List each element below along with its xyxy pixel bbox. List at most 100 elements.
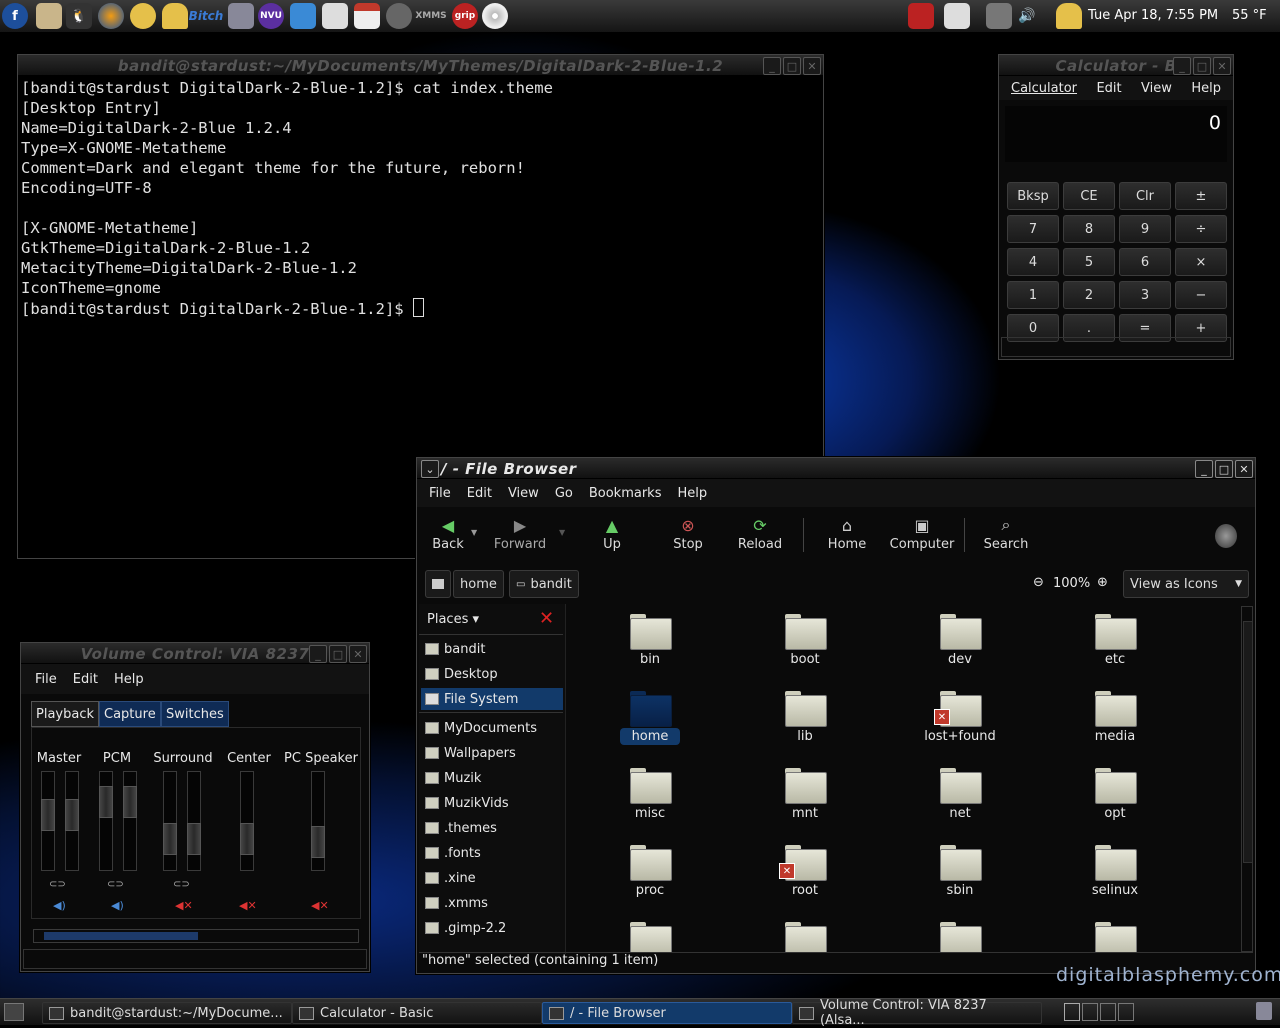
file-item[interactable]: etc xyxy=(1055,614,1175,667)
file-item[interactable]: ✕ lost+found xyxy=(900,691,1020,744)
up-button[interactable]: ▲ Up xyxy=(581,516,643,553)
home-button[interactable]: ⌂ Home xyxy=(816,516,878,553)
sign-button[interactable]: ± xyxy=(1175,182,1227,210)
menu-edit[interactable]: Edit xyxy=(1088,79,1129,98)
zoom-out-icon[interactable]: ⊖ xyxy=(1033,575,1044,590)
file-item[interactable] xyxy=(745,922,865,952)
file-item[interactable]: lib xyxy=(745,691,865,744)
network-icon[interactable] xyxy=(986,3,1012,29)
digit-3-button[interactable]: 3 xyxy=(1119,281,1171,309)
workspace-switcher[interactable] xyxy=(1064,1003,1134,1021)
slider-knob[interactable] xyxy=(187,823,201,855)
search-button[interactable]: ⌕ Search xyxy=(975,515,1037,552)
file-item[interactable]: mnt xyxy=(745,768,865,821)
slider-knob[interactable] xyxy=(163,823,177,855)
speaker-icon[interactable]: 🔊 xyxy=(1014,3,1040,29)
menu-file[interactable]: File xyxy=(27,670,65,689)
breadcrumb-bandit[interactable]: ▭ bandit xyxy=(509,570,579,598)
workspace-4[interactable] xyxy=(1118,1003,1134,1021)
location-toggle-button[interactable] xyxy=(425,570,451,598)
file-item[interactable]: ✕ root xyxy=(745,845,865,898)
digit-2-button[interactable]: 2 xyxy=(1063,281,1115,309)
volume-titlebar[interactable]: Volume Control: VIA 8237 _ □ ✕ xyxy=(21,643,369,664)
place-item[interactable]: bandit xyxy=(421,638,563,660)
menu-edit[interactable]: Edit xyxy=(459,484,500,503)
file-item[interactable]: boot xyxy=(745,614,865,667)
menu-calculator[interactable]: Calculator xyxy=(1003,79,1085,98)
workspace-3[interactable] xyxy=(1100,1003,1116,1021)
window-menu-icon[interactable]: ⌄ xyxy=(421,460,439,478)
breadcrumb-home[interactable]: home xyxy=(453,570,504,598)
minimize-icon[interactable]: _ xyxy=(1195,460,1213,478)
firefox-icon[interactable] xyxy=(98,3,124,29)
place-item[interactable]: Muzik xyxy=(421,767,563,789)
vertical-scrollbar[interactable] xyxy=(1241,606,1253,952)
center-slider[interactable] xyxy=(240,771,254,871)
slider-knob[interactable] xyxy=(99,786,113,818)
terminal-titlebar[interactable]: bandit@stardust:~/MyDocuments/MyThemes/D… xyxy=(18,55,823,76)
terminal-output[interactable]: [bandit@stardust DigitalDark-2-Blue-1.2]… xyxy=(18,76,823,321)
spreadsheet-icon[interactable] xyxy=(354,3,380,29)
digit-5-button[interactable]: 5 xyxy=(1063,248,1115,276)
file-item[interactable] xyxy=(590,922,710,952)
slider-knob[interactable] xyxy=(65,799,79,831)
taskbar-item-volume-control[interactable]: Volume Control: VIA 8237 (Alsa... xyxy=(792,998,1042,1028)
lock-icon[interactable] xyxy=(944,3,970,29)
close-icon[interactable]: ✕ xyxy=(1213,57,1231,75)
place-item[interactable]: .themes xyxy=(421,817,563,839)
tab-switches[interactable]: Switches xyxy=(161,701,229,727)
master-right-slider[interactable] xyxy=(65,771,79,871)
place-item[interactable]: MuzikVids xyxy=(421,792,563,814)
taskbar-item-calculator[interactable]: Calculator - Basic xyxy=(292,1002,542,1024)
file-icon-view[interactable]: bin boot dev etc home lib ✕ lost+found me… xyxy=(573,604,1239,952)
horizontal-scrollbar[interactable] xyxy=(33,929,359,943)
file-browser-titlebar[interactable]: ⌄ / - File Browser _ □ ✕ xyxy=(417,458,1255,479)
file-item[interactable]: selinux xyxy=(1055,845,1175,898)
clock[interactable]: Tue Apr 18, 7:55 PM xyxy=(1088,8,1218,23)
terminal-prompt-line[interactable]: [bandit@stardust DigitalDark-2-Blue-1.2]… xyxy=(21,298,820,319)
places-dropdown[interactable]: Places ▾ xyxy=(427,612,479,627)
xmms-icon[interactable]: XMMS xyxy=(415,3,446,29)
menu-edit[interactable]: Edit xyxy=(65,670,106,689)
back-button[interactable]: ◀ Back xyxy=(417,516,479,553)
minimize-icon[interactable]: _ xyxy=(1173,57,1191,75)
tab-capture[interactable]: Capture xyxy=(99,701,161,727)
calculator-titlebar[interactable]: Calculator - B _ □ ✕ xyxy=(999,55,1233,76)
file-item[interactable]: net xyxy=(900,768,1020,821)
pcm-left-slider[interactable] xyxy=(99,771,113,871)
back-history-icon[interactable]: ▼ xyxy=(471,528,477,537)
digit-1-button[interactable]: 1 xyxy=(1007,281,1059,309)
place-item[interactable]: .fonts xyxy=(421,842,563,864)
subtract-button[interactable]: − xyxy=(1175,281,1227,309)
file-item[interactable]: proc xyxy=(590,845,710,898)
logout-icon[interactable] xyxy=(908,3,934,29)
filecabinet-icon[interactable] xyxy=(36,3,62,29)
maximize-icon[interactable]: □ xyxy=(783,57,801,75)
menu-help[interactable]: Help xyxy=(669,484,715,503)
show-desktop-icon[interactable] xyxy=(4,1003,24,1021)
gaim-icon[interactable] xyxy=(130,3,156,29)
maximize-icon[interactable]: □ xyxy=(1215,460,1233,478)
digit-4-button[interactable]: 4 xyxy=(1007,248,1059,276)
image-icon[interactable] xyxy=(290,3,316,29)
nvu-icon[interactable]: NVU xyxy=(258,3,284,29)
place-item[interactable]: .xine xyxy=(421,867,563,889)
weather-temp[interactable]: 55 °F xyxy=(1232,8,1267,23)
trash-icon[interactable] xyxy=(1256,1002,1272,1020)
settings-icon[interactable] xyxy=(386,3,412,29)
place-item[interactable]: MyDocuments xyxy=(421,717,563,739)
place-item[interactable]: .gimp-2.2 xyxy=(421,917,563,939)
place-item[interactable]: Desktop xyxy=(421,663,563,685)
workspace-2[interactable] xyxy=(1082,1003,1098,1021)
minimize-icon[interactable]: _ xyxy=(763,57,781,75)
lock-channels-icon[interactable]: ⊂⊃ xyxy=(173,879,190,890)
stop-button[interactable]: ⊗ Stop xyxy=(657,516,719,553)
close-icon[interactable]: ✕ xyxy=(349,645,367,663)
multiply-button[interactable]: × xyxy=(1175,248,1227,276)
computer-button[interactable]: ▣ Computer xyxy=(887,516,957,553)
place-item[interactable]: Wallpapers xyxy=(421,742,563,764)
folder-icon[interactable] xyxy=(228,3,254,29)
pcspeaker-slider[interactable] xyxy=(311,771,325,871)
master-left-slider[interactable] xyxy=(41,771,55,871)
digit-6-button[interactable]: 6 xyxy=(1119,248,1171,276)
